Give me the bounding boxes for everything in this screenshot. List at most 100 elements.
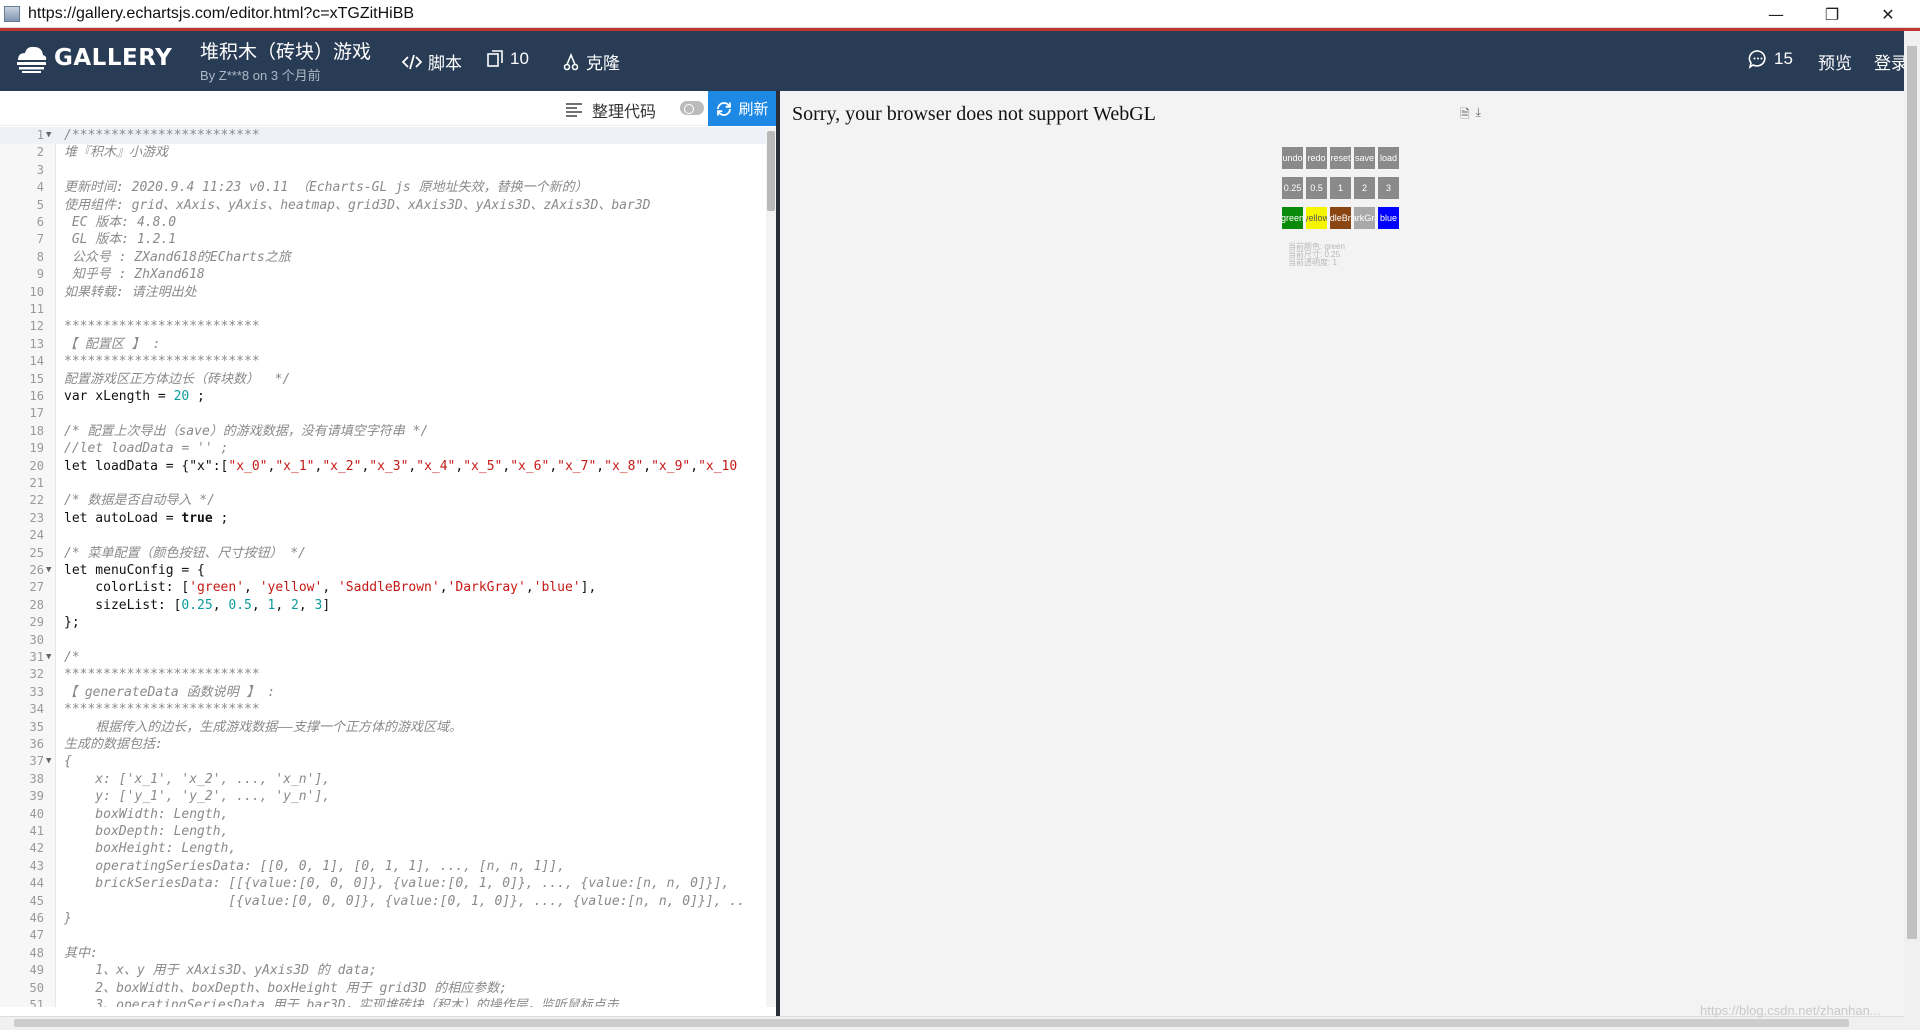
code-line[interactable]: 4 更新时间: 2020.9.4 11:23 v0.11 （Echarts-GL … xyxy=(0,179,766,196)
menu-action-save-button[interactable]: save xyxy=(1354,147,1375,169)
code-line[interactable]: 47 xyxy=(0,927,766,944)
code-line[interactable]: 3 xyxy=(0,162,766,179)
menu-action-redo-button[interactable]: redo xyxy=(1306,147,1327,169)
minimize-button[interactable]: — xyxy=(1748,0,1804,28)
code-line[interactable]: 15 配置游戏区正方体边长（砖块数） */ xyxy=(0,371,766,388)
code-line[interactable]: 20 let loadData = {"x":["x_0","x_1","x_2"… xyxy=(0,458,766,475)
gallery-logo[interactable]: GALLERY xyxy=(14,41,172,75)
code-line[interactable]: 2 堆『积木』小游戏 xyxy=(0,144,766,161)
code-line[interactable]: 16 var xLength = 20 ; xyxy=(0,388,766,405)
code-line[interactable]: 8 公众号 : ZXand618的ECharts之旅 xyxy=(0,249,766,266)
code-line[interactable]: 50 2、boxWidth、boxDepth、boxHeight 用于 grid… xyxy=(0,980,766,997)
code-line[interactable]: 12 ************************* xyxy=(0,318,766,335)
code-line[interactable]: 28 sizeList: [0.25, 0.5, 1, 2, 3] xyxy=(0,597,766,614)
menu-color-yellow-button[interactable]: yellow xyxy=(1306,207,1327,229)
fold-arrow-icon[interactable]: ▼ xyxy=(46,753,56,770)
close-button[interactable]: ✕ xyxy=(1860,0,1916,28)
code-line[interactable]: 38 x: ['x_1', 'x_2', ..., 'x_n'], xyxy=(0,771,766,788)
code-line[interactable]: 1 ▼ /************************ xyxy=(0,127,766,145)
code-line[interactable]: 6 EC 版本: 4.8.0 xyxy=(0,214,766,231)
fold-arrow-icon[interactable]: ▼ xyxy=(46,127,56,144)
code-line[interactable]: 51 3、operatingSeriesData 用于 bar3D，实现堆砖块（… xyxy=(0,997,766,1007)
code-line[interactable]: 14 ************************* xyxy=(0,353,766,370)
fork-count-button[interactable]: 10 xyxy=(486,49,529,69)
code-line[interactable]: 34 ************************* xyxy=(0,701,766,718)
preview-button[interactable]: 预览 xyxy=(1818,49,1852,74)
code-text: let autoLoad = true ; xyxy=(64,510,229,526)
document-icon[interactable]: 🗎 xyxy=(1460,105,1470,126)
code-line[interactable]: 43 operatingSeriesData: [[0, 0, 1], [0, … xyxy=(0,858,766,875)
code-line[interactable]: 18 /* 配置上次导出（save）的游戏数据，没有请填空字符串 */ xyxy=(0,423,766,440)
menu-color-green-button[interactable]: green xyxy=(1282,207,1303,229)
code-line[interactable]: 48 其中: xyxy=(0,945,766,962)
script-label: 脚本 xyxy=(428,54,462,73)
code-line[interactable]: 39 y: ['y_1', 'y_2', ..., 'y_n'], xyxy=(0,788,766,805)
code-line[interactable]: 29}; xyxy=(0,614,766,631)
code-line[interactable]: 27 colorList: ['green', 'yellow', 'Saddl… xyxy=(0,579,766,596)
download-icon[interactable]: ⤓ xyxy=(1476,105,1481,126)
code-line[interactable]: 25 /* 菜单配置（颜色按钮、尺寸按钮） */ xyxy=(0,545,766,562)
script-button[interactable]: 脚本 xyxy=(402,49,462,74)
code-line[interactable]: 31 ▼ /* xyxy=(0,649,766,666)
code-line[interactable]: 41 boxDepth: Length, xyxy=(0,823,766,840)
menu-action-reset-button[interactable]: reset xyxy=(1330,147,1351,169)
code-text: 公众号 : ZXand618的ECharts之旅 xyxy=(64,249,291,265)
code-line[interactable]: 13 【 配置区 】 : xyxy=(0,336,766,353)
code-line[interactable]: 37 ▼ { xyxy=(0,753,766,770)
code-text: /* 菜单配置（颜色按钮、尺寸按钮） */ xyxy=(64,545,306,561)
code-text: colorList: ['green', 'yellow', 'SaddleBr… xyxy=(64,580,597,596)
code-line[interactable]: 36 生成的数据包括: xyxy=(0,736,766,753)
code-line[interactable]: 19 //let loadData = '' ; xyxy=(0,440,766,457)
menu-color-saddlebrown-button[interactable]: SaddleBrown xyxy=(1330,207,1351,229)
code-line[interactable]: 46} xyxy=(0,910,766,927)
auto-run-toggle[interactable] xyxy=(680,101,704,115)
login-button[interactable]: 登录 xyxy=(1874,49,1904,74)
code-line[interactable]: 11 xyxy=(0,301,766,318)
editor-vertical-scrollbar[interactable] xyxy=(766,127,776,1007)
comments-button[interactable]: 15 xyxy=(1748,49,1793,69)
code-line[interactable]: 42 boxHeight: Length, xyxy=(0,840,766,857)
menu-size-button[interactable]: 2 xyxy=(1354,177,1375,199)
code-line[interactable]: 24 xyxy=(0,527,766,544)
code-line[interactable]: 7 GL 版本: 1.2.1 xyxy=(0,231,766,248)
logo-text: GALLERY xyxy=(54,45,173,71)
restore-button[interactable]: ❐ xyxy=(1804,0,1860,28)
menu-action-undo-button[interactable]: undo xyxy=(1282,147,1303,169)
line-number: 37 xyxy=(29,754,44,769)
menu-color-blue-button[interactable]: blue xyxy=(1378,207,1399,229)
code-line[interactable]: 30 xyxy=(0,632,766,649)
code-line[interactable]: 33 【 generateData 函数说明 】 : xyxy=(0,684,766,701)
code-line[interactable]: 45 [{value:[0, 0, 0]}, {value:[0, 1, 0]}… xyxy=(0,893,766,910)
code-line[interactable]: 35 根据传入的边长，生成游戏数据——支撑一个正方体的游戏区域。 xyxy=(0,719,766,736)
fold-arrow-icon[interactable]: ▼ xyxy=(46,562,56,579)
fold-arrow-icon[interactable]: ▼ xyxy=(46,649,56,666)
horizontal-scroll-thumb[interactable] xyxy=(14,1019,1849,1027)
line-number: 35 xyxy=(29,719,44,734)
code-line[interactable]: 40 boxWidth: Length, xyxy=(0,806,766,823)
code-line[interactable]: 26 ▼ let menuConfig = { xyxy=(0,562,766,579)
code-line[interactable]: 10 如果转载: 请注明出处 xyxy=(0,284,766,301)
code-line[interactable]: 17 xyxy=(0,405,766,422)
line-number: 38 xyxy=(29,771,44,786)
code-line[interactable]: 23 let autoLoad = true ; xyxy=(0,510,766,527)
code-line[interactable]: 5 使用组件: grid、xAxis、yAxis、heatmap、grid3D、x… xyxy=(0,197,766,214)
page-scroll-thumb[interactable] xyxy=(1907,46,1917,939)
address-url[interactable]: https://gallery.echartsjs.com/editor.htm… xyxy=(28,5,414,23)
editor-scroll-thumb[interactable] xyxy=(767,131,775,211)
code-line[interactable]: 9 知乎号 : ZhXand618 xyxy=(0,266,766,283)
code-line[interactable]: 49 1、x、y 用于 xAxis3D、yAxis3D 的 data; xyxy=(0,962,766,979)
menu-action-load-button[interactable]: load xyxy=(1378,147,1399,169)
format-code-button[interactable]: 整理代码 xyxy=(565,98,656,122)
run-button[interactable]: 刷新 xyxy=(708,91,776,126)
menu-size-button[interactable]: 3 xyxy=(1378,177,1399,199)
code-line[interactable]: 21 xyxy=(0,475,766,492)
menu-size-button[interactable]: 0.5 xyxy=(1306,177,1327,199)
menu-size-button[interactable]: 1 xyxy=(1330,177,1351,199)
code-line[interactable]: 44 brickSeriesData: [[{value:[0, 0, 0]},… xyxy=(0,875,766,892)
code-area[interactable]: 1 ▼/************************ 2 堆『积木』小游戏 3 4 更新… xyxy=(0,127,766,1007)
code-line[interactable]: 32 ************************* xyxy=(0,666,766,683)
menu-size-button[interactable]: 0.25 xyxy=(1282,177,1303,199)
code-line[interactable]: 22 /* 数据是否自动导入 */ xyxy=(0,492,766,509)
menu-color-darkgray-button[interactable]: DarkGray xyxy=(1354,207,1375,229)
clone-button[interactable]: 克隆 xyxy=(562,49,620,74)
